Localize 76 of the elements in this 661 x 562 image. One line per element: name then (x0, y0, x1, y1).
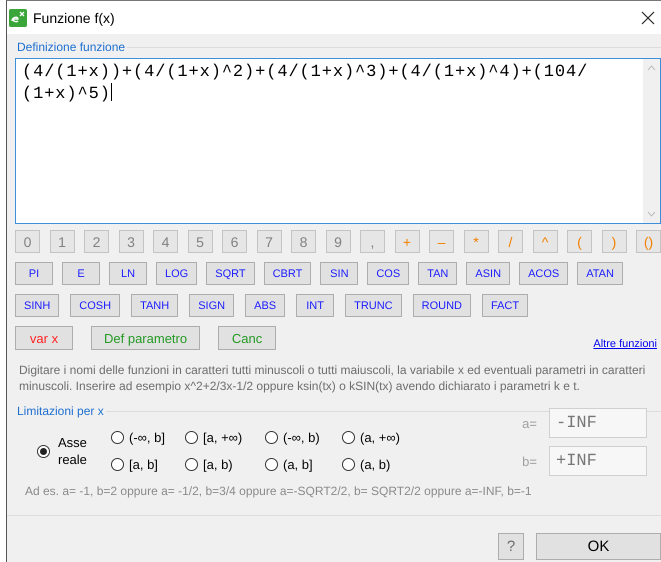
key-button[interactable]: COS (367, 262, 410, 285)
radio-button[interactable] (265, 458, 278, 471)
key-button[interactable]: ATAN (577, 262, 623, 285)
key-button[interactable]: SQRT (206, 262, 255, 285)
radio-label: (a, b) (360, 457, 390, 472)
radio-button[interactable] (342, 458, 355, 471)
key-button[interactable]: / (498, 230, 523, 253)
example-text: Ad es. a= -1, b=2 oppure a= -1/2, b=3/4 oppure a=-SQRT2/2, b= SQRT2/2 oppure a=-INF, b=-1 (25, 484, 533, 498)
key-button[interactable]: INT (296, 294, 334, 317)
radio-button[interactable] (265, 431, 278, 444)
radio-button[interactable] (37, 444, 50, 458)
radio-label: [a, b] (129, 457, 158, 472)
radio-label: [a, b) (203, 457, 233, 472)
key-button[interactable]: CBRT (264, 262, 312, 285)
key-button[interactable]: SIGN (189, 294, 234, 317)
key-button[interactable]: Def parametro (91, 326, 200, 350)
key-button[interactable]: COSH (70, 294, 120, 317)
b-field[interactable]: +INF (549, 446, 647, 476)
radio-button[interactable] (342, 431, 355, 444)
key-button[interactable]: 5 (188, 230, 212, 253)
a-field[interactable]: -INF (549, 408, 647, 438)
key-button[interactable]: ( (567, 230, 592, 253)
formula-field[interactable]: (4/(1+x))+(4/(1+x)^2)+(4/(1+x)^3)+(4/(1+x)^4)+(104/(1+x)^5) (15, 58, 661, 224)
key-button[interactable]: 8 (291, 230, 316, 253)
key-button[interactable]: SIN (320, 262, 358, 285)
key-button[interactable]: E (62, 262, 100, 285)
key-button[interactable]: 3 (118, 230, 144, 253)
help-button[interactable]: ? (498, 533, 524, 560)
radio-label: (a, +∞) (360, 430, 400, 445)
key-button[interactable]: FACT (482, 294, 528, 317)
key-button[interactable]: , (360, 230, 385, 253)
key-button[interactable]: Canc (218, 326, 276, 350)
key-button[interactable]: + (394, 230, 420, 253)
more-functions-link[interactable]: Altre funzioni (593, 338, 657, 350)
b-label: b= (522, 454, 537, 468)
key-button[interactable]: * (464, 230, 488, 253)
key-button[interactable]: () (636, 230, 661, 253)
key-button[interactable]: PI (15, 262, 53, 285)
key-button[interactable]: ACOS (519, 262, 568, 285)
group-label: Definizione funzione (16, 40, 126, 54)
radio-label: [a, +∞) (203, 430, 242, 445)
key-button[interactable]: TANH (131, 294, 178, 317)
ok-button[interactable]: OK (536, 533, 661, 560)
key-button[interactable]: 2 (84, 230, 109, 253)
a-label: a= (522, 416, 537, 430)
key-button[interactable]: ^ (532, 230, 558, 253)
key-button[interactable]: 6 (222, 230, 247, 253)
key-button[interactable]: TRUNC (345, 294, 402, 317)
key-button[interactable]: 0 (15, 230, 40, 253)
key-button[interactable]: 4 (153, 230, 178, 253)
key-button[interactable]: ) (602, 230, 626, 253)
key-button[interactable]: – (429, 230, 454, 253)
help-text: Digitare i nomi delle funzioni in caratteri tutti minuscoli o tutti maiuscoli, la variabile x ed eventuali parametri in caratteri minuscoli. Inserire ad esempio x^2+2/3x-1/2 oppure ksin(tx) o kSIN(tx) avendo dichiarato i parametri k e t. (19, 362, 646, 394)
close-icon[interactable] (641, 10, 655, 24)
window-title: Funzione f(x) (33, 10, 116, 26)
key-button[interactable]: var x (15, 326, 73, 350)
key-button[interactable]: ROUND (412, 294, 471, 317)
radio-button[interactable] (111, 431, 124, 444)
key-button[interactable]: 9 (326, 230, 350, 253)
radio-label: Asse reale (58, 434, 88, 468)
key-button[interactable]: ABS (245, 294, 286, 317)
key-button[interactable]: ASIN (466, 262, 510, 285)
text-cursor (110, 83, 112, 101)
key-button[interactable]: TAN (418, 262, 458, 285)
group-label: Limitazioni per x (16, 404, 105, 418)
radio-label: (a, b] (283, 457, 313, 472)
radio-label: (-∞, b] (129, 430, 165, 445)
radio-button[interactable] (111, 458, 124, 471)
key-button[interactable]: 7 (256, 230, 282, 253)
radio-button[interactable] (185, 458, 198, 471)
key-button[interactable]: LN (109, 262, 147, 285)
radio-label: (-∞, b) (283, 430, 320, 445)
key-button[interactable]: 1 (50, 230, 74, 253)
key-button[interactable]: LOG (156, 262, 198, 285)
radio-button[interactable] (185, 431, 198, 444)
key-button[interactable]: SINH (15, 294, 60, 317)
